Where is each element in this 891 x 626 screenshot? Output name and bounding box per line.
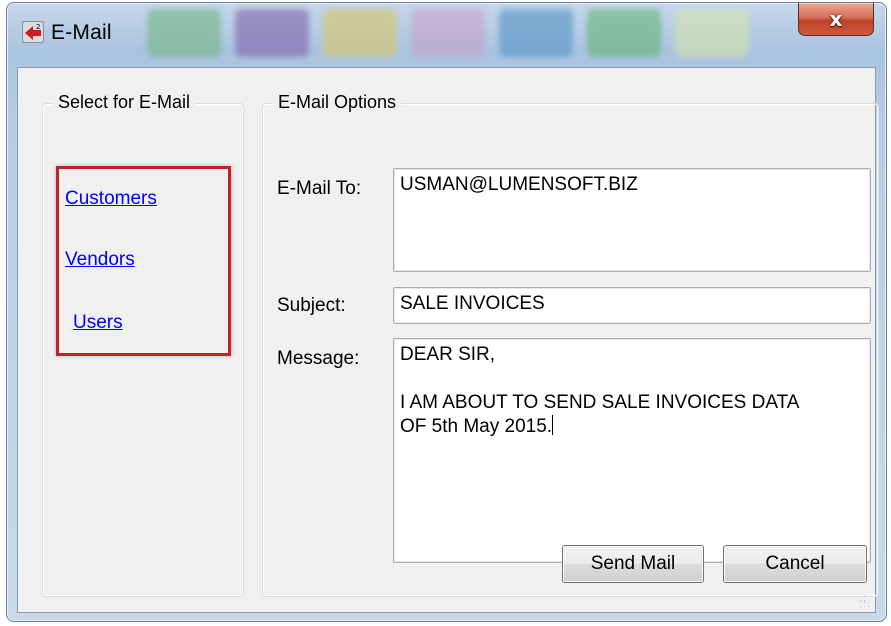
send-mail-button[interactable]: Send Mail: [562, 545, 704, 583]
svg-text:2: 2: [36, 23, 40, 31]
app-icon: 2: [22, 21, 44, 43]
title-bar[interactable]: 2 E-Mail x: [7, 3, 886, 65]
text-caret: [552, 415, 554, 435]
aero-background: [7, 3, 886, 65]
message-label: Message:: [277, 348, 360, 369]
close-button[interactable]: x: [798, 3, 874, 36]
dialog-client-area: Select for E-Mail Customers Vendors User…: [17, 67, 879, 613]
vendors-link[interactable]: Vendors: [65, 249, 135, 271]
select-for-email-group: Select for E-Mail Customers Vendors User…: [42, 92, 244, 597]
select-for-email-legend: Select for E-Mail: [53, 92, 196, 113]
customers-link[interactable]: Customers: [65, 188, 157, 210]
users-link[interactable]: Users: [73, 312, 123, 334]
email-window: 2 E-Mail x Select for E-Mail Customers V…: [6, 2, 887, 622]
email-options-group: E-Mail Options E-Mail To: USMAN@LUMENSOF…: [262, 92, 879, 597]
subject-field[interactable]: SALE INVOICES: [393, 287, 871, 324]
message-field[interactable]: DEAR SIR, I AM ABOUT TO SEND SALE INVOIC…: [393, 338, 871, 563]
email-options-legend: E-Mail Options: [273, 92, 402, 113]
resize-grip-icon[interactable]: .::::: [860, 594, 871, 610]
email-to-label: E-Mail To:: [277, 178, 362, 199]
close-icon: x: [829, 7, 843, 31]
email-to-field[interactable]: USMAN@LUMENSOFT.BIZ: [393, 168, 871, 272]
window-title: E-Mail: [51, 21, 112, 44]
cancel-button[interactable]: Cancel: [723, 545, 867, 583]
subject-label: Subject:: [277, 295, 346, 316]
message-text: DEAR SIR, I AM ABOUT TO SEND SALE INVOIC…: [400, 344, 800, 437]
